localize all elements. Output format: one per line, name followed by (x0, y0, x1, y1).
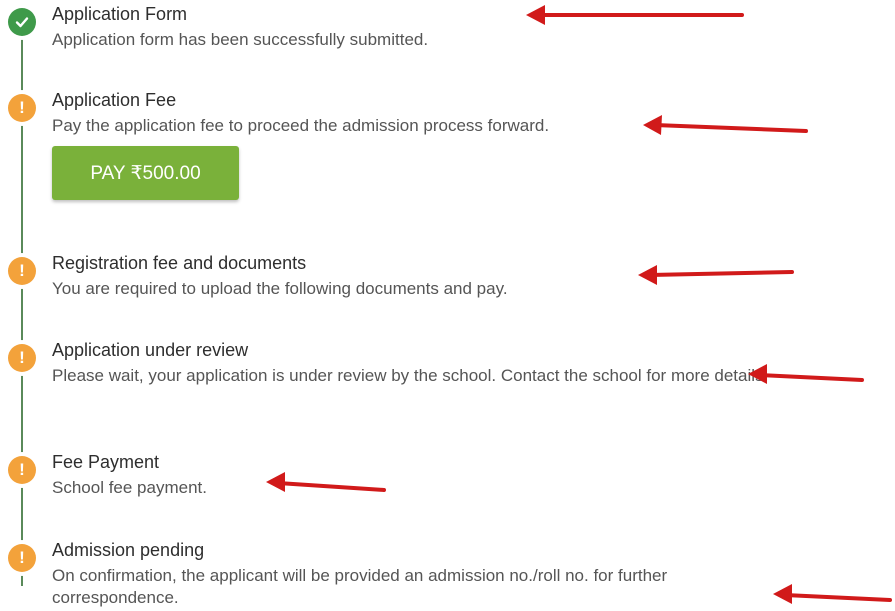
step-description: On confirmation, the applicant will be p… (52, 566, 668, 607)
arrow-icon (648, 270, 794, 277)
arrowhead-icon (526, 5, 545, 25)
step-title: Application under review (52, 340, 249, 360)
step-title: Application Form (52, 4, 188, 24)
check-circle-icon (8, 8, 36, 36)
exclamation-circle-icon: ! (8, 257, 36, 285)
exclamation-circle-icon: ! (8, 544, 36, 572)
exclamation-circle-icon: ! (8, 94, 36, 122)
step-title: Registration fee and documents (52, 253, 307, 273)
step-description: Please wait, your application is under r… (52, 366, 769, 385)
step-description: School fee payment. (52, 478, 207, 497)
step-description: Application form has been successfully s… (52, 30, 429, 49)
step-description: Pay the application fee to proceed the a… (52, 116, 550, 135)
arrow-icon (783, 593, 892, 602)
step-title: Application Fee (52, 90, 177, 110)
step-description: You are required to upload the following… (52, 279, 508, 298)
step-title: Fee Payment (52, 452, 160, 472)
step-title: Admission pending (52, 540, 205, 560)
exclamation-circle-icon: ! (8, 344, 36, 372)
pay-button[interactable]: PAY ₹500.00 (52, 146, 239, 200)
exclamation-circle-icon: ! (8, 456, 36, 484)
